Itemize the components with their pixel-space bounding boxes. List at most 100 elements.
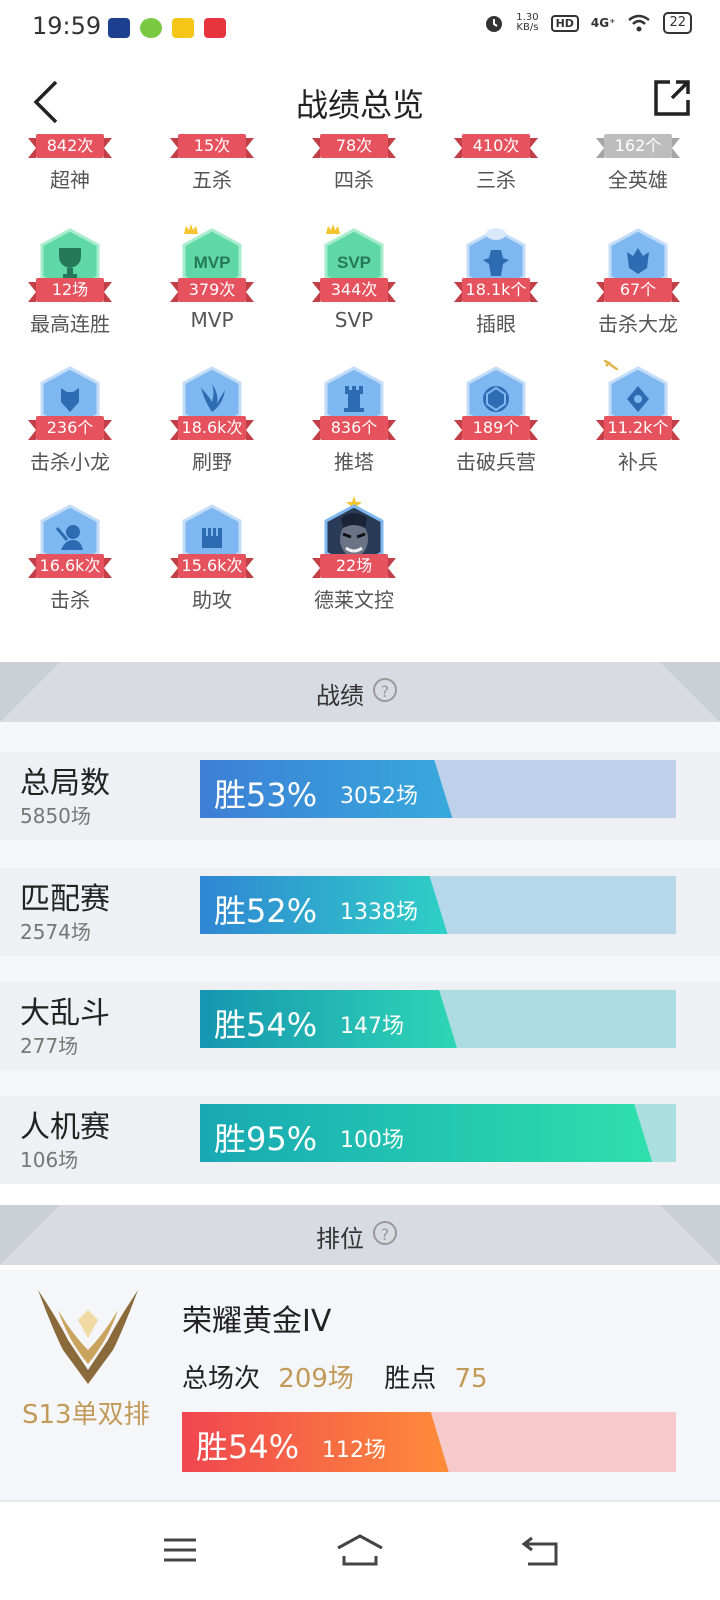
win-rate-label: 胜54% (196, 1428, 300, 1466)
gold-rank-emblem-icon (38, 1290, 138, 1384)
total-games-value: 209场 (278, 1364, 354, 1394)
svg-text:SVP: SVP (337, 253, 371, 272)
win-rate-fill: 胜52% 1338场 (200, 876, 448, 934)
system-nav-bar (0, 1502, 720, 1600)
badge-label: 德莱文控 (314, 588, 394, 612)
record-total: 277场 (20, 1034, 79, 1058)
badge-label: 击破兵营 (456, 450, 536, 474)
record-name: 大乱斗 (20, 996, 110, 1031)
win-rate-fill: 胜53% 3052场 (200, 760, 452, 818)
badge-label: 补兵 (618, 450, 658, 474)
badge-ribbon: 12场 (28, 278, 112, 302)
badge-label: 击杀 (50, 588, 90, 612)
season-label: S13单双排 (22, 1400, 150, 1430)
record-stats: 总局数 5850场 胜53% 3052场 匹配赛 2574场 胜52% 1338… (0, 722, 720, 1184)
record-row[interactable]: 人机赛 106场 胜95% 100场 (0, 1096, 720, 1184)
badge-ribbon: 836个 (312, 416, 396, 440)
app-notification-icon (108, 18, 130, 38)
record-section-header: 战绩 ? (0, 662, 720, 722)
hd-icon: HD (550, 14, 579, 32)
badge-label: 超神 (50, 168, 90, 192)
badge-ribbon: 15.6k次 (170, 554, 254, 578)
network-speed: 1.30 KB/s (516, 12, 539, 33)
app-notification-icon (172, 18, 194, 38)
win-rate-bar: 胜95% 100场 (200, 1104, 676, 1162)
alarm-icon (486, 16, 503, 32)
rank-summary: 总场次 209场 胜点 75 (182, 1358, 488, 1395)
badge-ribbon: 11.2k个 (596, 416, 680, 440)
help-icon[interactable]: ? (373, 678, 397, 702)
badge-label: 插眼 (476, 312, 516, 336)
record-total: 2574场 (20, 920, 91, 944)
status-time: 19:59 (32, 12, 102, 40)
badge-ribbon: 15次 (170, 134, 254, 158)
share-icon[interactable] (652, 78, 692, 118)
badge-label: 击杀大龙 (598, 312, 678, 336)
battery-icon: 22 (663, 12, 692, 34)
badge-ribbon: 162个 (596, 134, 680, 158)
win-rate-label: 胜53% (214, 776, 318, 814)
win-rate-bar: 胜53% 3052场 (200, 760, 676, 818)
win-games-label: 100场 (340, 1128, 404, 1153)
badge-ribbon: 16.6k次 (28, 554, 112, 578)
badge-label: 五杀 (192, 168, 232, 192)
win-games-label: 3052场 (340, 784, 418, 809)
rank-win-rate-bar: 胜54% 112场 (182, 1412, 676, 1472)
win-rate-label: 胜52% (214, 892, 318, 930)
badge-ribbon: 67个 (596, 278, 680, 302)
rank-win-rate-fill: 胜54% 112场 (182, 1412, 449, 1472)
win-games-label: 112场 (322, 1438, 386, 1463)
svg-text:MVP: MVP (194, 253, 231, 272)
wifi-icon (628, 14, 651, 32)
record-name: 人机赛 (20, 1110, 110, 1145)
page-title: 战绩总览 (295, 86, 424, 124)
back-nav-icon[interactable] (518, 1530, 562, 1570)
rank-section-header: 排位 ? (0, 1205, 720, 1265)
badge-ribbon: 236个 (28, 416, 112, 440)
badge-ribbon: 379次 (170, 278, 254, 302)
badge-ribbon: 18.6k次 (170, 416, 254, 440)
badge-label: 推塔 (334, 450, 374, 474)
win-games-label: 1338场 (340, 900, 418, 925)
badge-label: 刷野 (192, 450, 232, 474)
badge-label: 三杀 (476, 168, 516, 192)
status-bar: 19:59 1.30 KB/s HD 4G⁺ 22 (0, 0, 720, 56)
badge-label: 助攻 (192, 588, 232, 612)
section-title: 战绩 (316, 682, 364, 710)
win-rate-bar: 胜54% 147场 (200, 990, 676, 1048)
signal-icon: 4G⁺ (590, 16, 616, 30)
record-total: 106场 (20, 1148, 79, 1172)
total-games-label: 总场次 (182, 1364, 261, 1394)
badge-ribbon: 842次 (28, 134, 112, 158)
app-notification-icon (140, 18, 162, 38)
notification-icons (108, 18, 226, 38)
badge-ribbon: 189个 (454, 416, 538, 440)
badge-label: 四杀 (334, 168, 374, 192)
badge-ribbon: 344次 (312, 278, 396, 302)
badge-label: MVP (190, 308, 234, 332)
points-value: 75 (454, 1364, 488, 1394)
win-rate-label: 胜95% (214, 1120, 318, 1158)
record-name: 匹配赛 (20, 882, 110, 917)
home-icon[interactable] (334, 1530, 386, 1570)
badge-ribbon: 410次 (454, 134, 538, 158)
record-row[interactable]: 总局数 5850场 胜53% 3052场 (0, 752, 720, 840)
help-icon[interactable]: ? (373, 1221, 397, 1245)
section-title: 排位 (316, 1225, 364, 1253)
badge-label: 最高连胜 (30, 312, 110, 336)
app-header: 战绩总览 (0, 56, 720, 146)
badge-label: 击杀小龙 (30, 450, 110, 474)
record-name: 总局数 (20, 766, 110, 801)
record-row[interactable]: 大乱斗 277场 胜54% 147场 (0, 982, 720, 1070)
badge-ribbon: 22场 (312, 554, 396, 578)
menu-icon[interactable] (158, 1530, 202, 1570)
points-label: 胜点 (384, 1364, 437, 1394)
rank-tier: 荣耀黄金IV (182, 1304, 332, 1339)
win-rate-bar: 胜52% 1338场 (200, 876, 676, 934)
record-row[interactable]: 匹配赛 2574场 胜52% 1338场 (0, 868, 720, 956)
rank-card[interactable]: S13单双排 荣耀黄金IV 总场次 209场 胜点 75 胜54% 112场 (0, 1270, 720, 1500)
badge-label: 全英雄 (608, 168, 668, 192)
win-games-label: 147场 (340, 1014, 404, 1039)
record-total: 5850场 (20, 804, 91, 828)
badge-label: SVP (334, 308, 374, 332)
